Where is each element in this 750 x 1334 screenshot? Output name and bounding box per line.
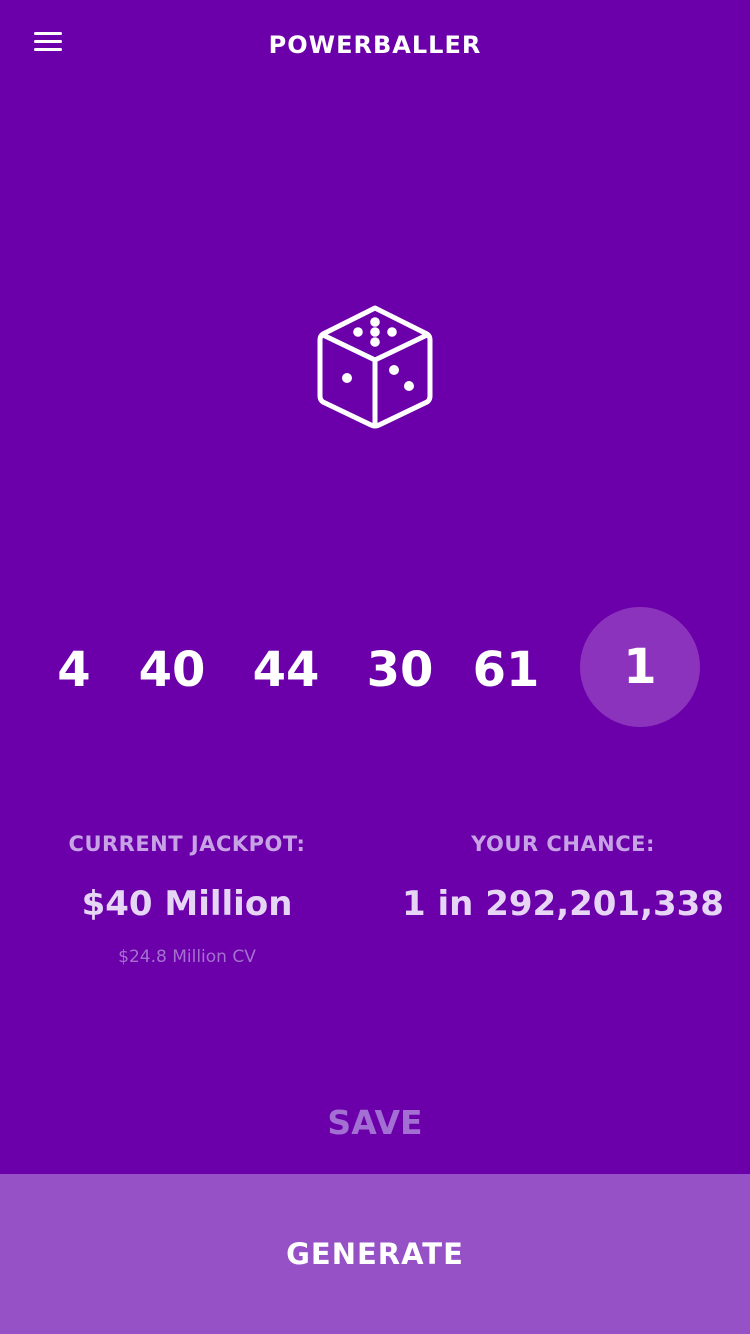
save-button[interactable]: SAVE xyxy=(275,1098,475,1148)
generated-numbers: 4 40 44 30 61 1 xyxy=(0,606,750,728)
white-ball-number: 61 xyxy=(472,642,540,698)
jackpot-cash-value: $24.8 Million CV xyxy=(118,947,256,967)
white-ball-number: 40 xyxy=(138,642,206,698)
jackpot-value: $40 Million xyxy=(81,884,293,924)
dice-icon[interactable] xyxy=(316,304,434,430)
chance-label: YOUR CHANCE: xyxy=(471,832,655,856)
white-ball-number: 30 xyxy=(366,642,434,698)
white-ball-number: 4 xyxy=(57,642,91,698)
app-header: POWERBALLER xyxy=(0,0,750,92)
powerball-number: 1 xyxy=(623,639,657,695)
generate-button-label: GENERATE xyxy=(286,1237,464,1271)
app-title: POWERBALLER xyxy=(268,31,482,59)
white-ball-number: 44 xyxy=(252,642,320,698)
chance-value: 1 in 292,201,338 xyxy=(402,884,724,924)
powerball: 1 xyxy=(580,607,700,727)
jackpot-label: CURRENT JACKPOT: xyxy=(68,832,306,856)
generate-button[interactable]: GENERATE xyxy=(0,1174,750,1334)
